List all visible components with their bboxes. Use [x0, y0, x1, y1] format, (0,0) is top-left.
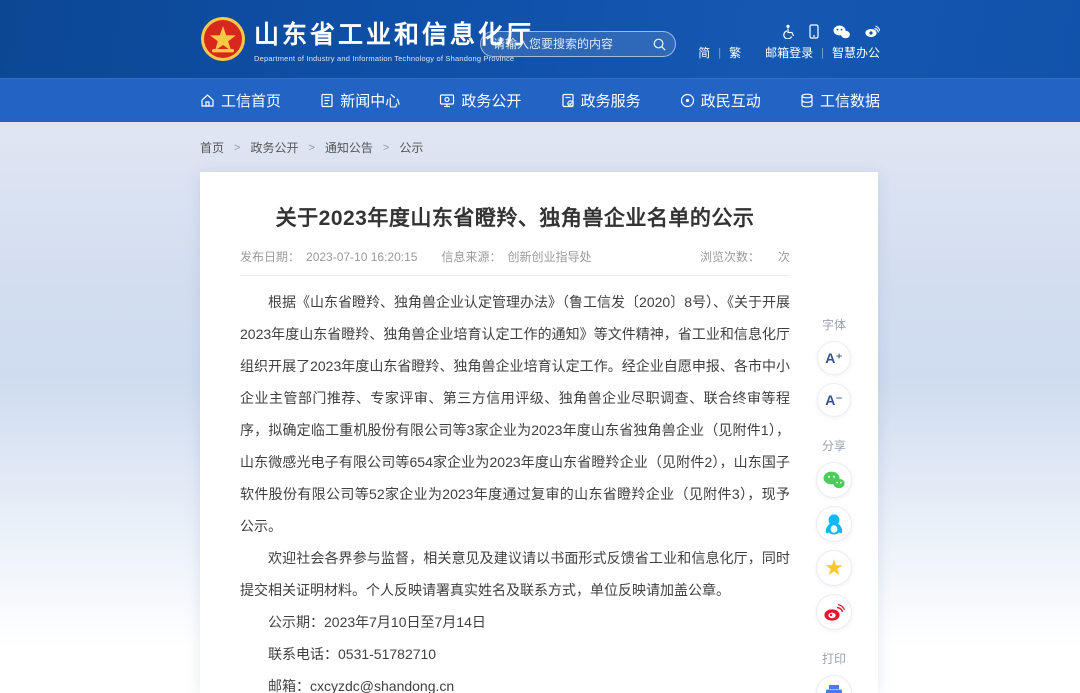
font-increase-button[interactable]: A⁺ — [817, 341, 851, 375]
news-icon — [320, 93, 334, 108]
share-qq-button[interactable] — [816, 506, 852, 542]
contact-email: 邮箱：cxcyzdc@shandong.cn — [240, 670, 790, 693]
weibo-icon[interactable] — [864, 25, 880, 38]
notice-period: 公示期：2023年7月10日至7月14日 — [240, 606, 790, 638]
service-icon — [561, 93, 575, 108]
nav-item-service[interactable]: 政务服务 — [561, 90, 641, 111]
views-suffix: 次 — [778, 250, 790, 264]
accessibility-icon[interactable] — [782, 24, 795, 39]
qq-icon — [825, 514, 843, 535]
breadcrumb-disclosure[interactable]: 政务公开 — [250, 139, 298, 156]
font-decrease-button[interactable]: A⁻ — [817, 383, 851, 417]
smart-office-link[interactable]: 智慧办公 — [832, 44, 880, 61]
search-input[interactable] — [493, 37, 652, 51]
breadcrumb-separator: > — [234, 142, 240, 154]
nav-item-data[interactable]: 工信数据 — [800, 90, 880, 111]
mail-login-link[interactable]: 邮箱登录 — [765, 44, 813, 61]
print-label: 打印 — [822, 650, 846, 667]
breadcrumb: 首页 > 政务公开 > 通知公告 > 公示 — [200, 139, 423, 156]
weibo-icon — [823, 603, 845, 622]
nav-label: 政务公开 — [461, 90, 521, 111]
breadcrumb-home[interactable]: 首页 — [200, 139, 224, 156]
nav-item-disclosure[interactable]: 政务公开 — [439, 90, 521, 111]
lang-traditional-link[interactable]: 繁 — [729, 44, 741, 61]
search-box[interactable] — [480, 31, 676, 57]
article-paragraph: 根据《山东省瞪羚、独角兽企业认定管理办法》（鲁工信发〔2020〕8号）、《关于开… — [240, 286, 790, 542]
publish-date-label: 发布日期： — [240, 250, 300, 264]
national-emblem-icon — [200, 16, 246, 62]
source-value: 创新创业指导处 — [507, 250, 591, 264]
breadcrumb-separator: > — [308, 142, 314, 154]
page-title: 关于2023年度山东省瞪羚、独角兽企业名单的公示 — [240, 202, 790, 232]
nav-label: 政务服务 — [581, 90, 641, 111]
lang-simplified-link[interactable]: 简 — [698, 44, 710, 61]
views-label: 浏览次数： — [700, 250, 760, 264]
disclosure-icon — [439, 93, 455, 108]
share-label: 分享 — [822, 437, 846, 454]
main-nav: 工信首页 新闻中心 政务公开 政务服务 政民互动 — [0, 78, 1080, 122]
interaction-icon — [680, 93, 695, 108]
nav-item-news[interactable]: 新闻中心 — [320, 90, 400, 111]
home-icon — [200, 93, 215, 108]
nav-label: 新闻中心 — [340, 90, 400, 111]
data-icon — [800, 93, 814, 108]
nav-item-home[interactable]: 工信首页 — [200, 90, 281, 111]
wechat-icon — [823, 471, 845, 490]
qzone-icon: ★ — [824, 557, 844, 579]
wechat-icon[interactable] — [833, 25, 850, 39]
source-label: 信息来源： — [441, 250, 501, 264]
contact-phone: 联系电话：0531-51782710 — [240, 638, 790, 670]
nav-label: 工信数据 — [820, 90, 880, 111]
breadcrumb-separator: > — [383, 142, 389, 154]
publish-date: 2023-07-10 16:20:15 — [306, 250, 417, 264]
nav-item-interaction[interactable]: 政民互动 — [680, 90, 761, 111]
header-banner: 山东省工业和信息化厅 Department of Industry and In… — [0, 0, 1080, 78]
nav-label: 政民互动 — [701, 90, 761, 111]
article-card: 关于2023年度山东省瞪羚、独角兽企业名单的公示 发布日期： 2023-07-10… — [200, 172, 878, 693]
share-wechat-button[interactable] — [816, 462, 852, 498]
article-paragraph: 欢迎社会各界参与监督，相关意见及建议请以书面形式反馈省工业和信息化厅，同时提交相… — [240, 542, 790, 606]
utility-separator: | — [718, 47, 721, 59]
font-size-label: 字体 — [822, 316, 846, 333]
breadcrumb-current[interactable]: 公示 — [399, 139, 423, 156]
utility-separator: | — [821, 47, 824, 59]
share-qzone-button[interactable]: ★ — [816, 550, 852, 586]
nav-label: 工信首页 — [221, 90, 281, 111]
tool-rail: 字体 A⁺ A⁻ 分享 ★ — [804, 310, 864, 693]
share-weibo-button[interactable] — [816, 594, 852, 630]
printer-icon — [824, 684, 844, 693]
article-meta: 发布日期： 2023-07-10 16:20:15 信息来源： 创新创业指导处 浏览次… — [240, 248, 790, 276]
print-button[interactable] — [816, 675, 852, 693]
mobile-icon[interactable] — [809, 24, 819, 39]
breadcrumb-notices[interactable]: 通知公告 — [325, 139, 373, 156]
